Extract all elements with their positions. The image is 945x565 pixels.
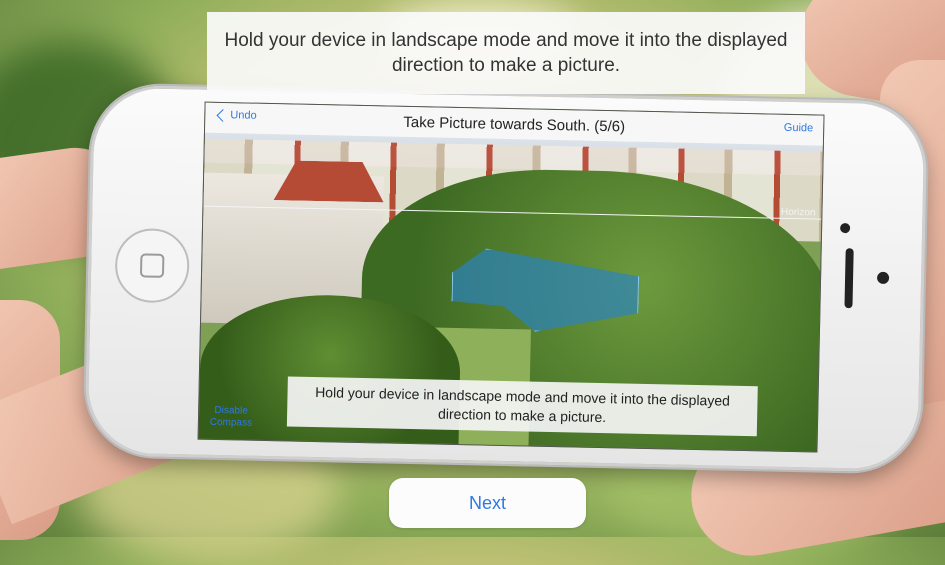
- screen-title: Take Picture towards South. (5/6): [403, 113, 626, 135]
- front-camera-icon: [840, 222, 851, 234]
- sensor-dot: [876, 271, 890, 285]
- chevron-left-icon: [216, 108, 230, 122]
- next-button[interactable]: Next: [389, 478, 586, 528]
- screen-instruction: Hold your device in landscape mode and m…: [286, 376, 758, 437]
- guide-button[interactable]: Guide: [784, 122, 814, 135]
- horizon-label: Horizon: [780, 206, 816, 219]
- camera-viewfinder[interactable]: Horizon Undo Take Picture towards South.…: [197, 101, 825, 453]
- phone-device: Horizon Undo Take Picture towards South.…: [84, 84, 928, 473]
- undo-button[interactable]: Undo: [215, 108, 257, 122]
- undo-label: Undo: [230, 109, 257, 122]
- speaker-grille: [844, 248, 854, 309]
- disable-compass-button[interactable]: Disable Compass: [209, 405, 253, 430]
- home-button[interactable]: [114, 227, 190, 304]
- instruction-banner: Hold your device in landscape mode and m…: [207, 12, 805, 94]
